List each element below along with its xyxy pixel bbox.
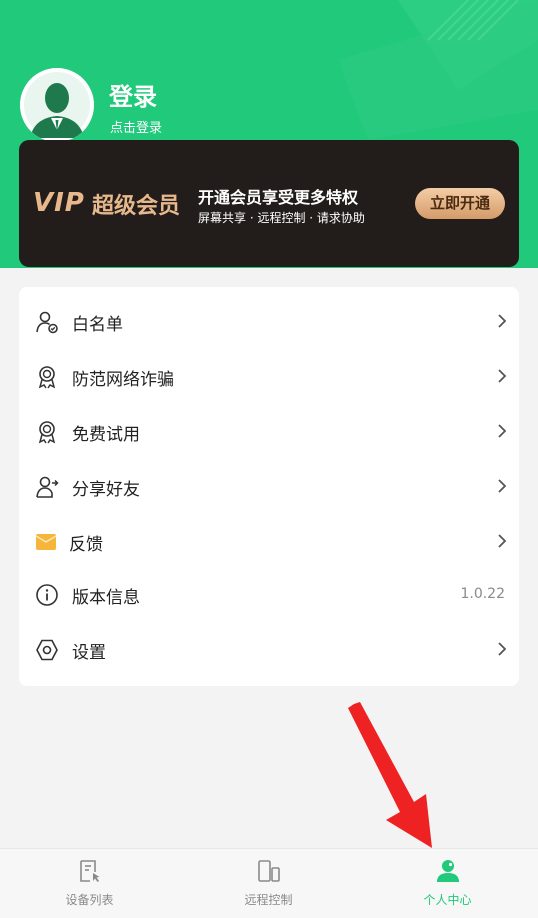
menu-item-share-friends[interactable]: 分享好友 bbox=[19, 459, 519, 514]
menu-item-feedback[interactable]: 反馈 bbox=[19, 514, 519, 569]
tab-label: 设备列表 bbox=[65, 893, 114, 907]
chevron-right-icon bbox=[498, 479, 507, 493]
chevron-right-icon bbox=[498, 642, 507, 656]
remote-control-icon bbox=[258, 860, 280, 882]
menu-item-label: 防范网络诈骗 bbox=[72, 370, 174, 390]
chevron-right-icon bbox=[498, 314, 507, 328]
profile-page: 登录 点击登录 VIP 超级会员 开通会员享受更多特权 屏幕共享 · 远程控制 … bbox=[0, 0, 538, 918]
menu-item-label: 设置 bbox=[72, 643, 106, 663]
badge-award-icon bbox=[38, 421, 56, 444]
default-avatar-icon bbox=[20, 68, 94, 142]
menu-item-label: 免费试用 bbox=[72, 425, 140, 445]
tab-label: 个人中心 bbox=[423, 893, 472, 907]
version-number: 1.0.22 bbox=[460, 586, 505, 602]
bottom-nav: 设备列表 远程控制 个人中心 bbox=[0, 848, 538, 918]
hexagon-settings-icon bbox=[36, 639, 58, 661]
badge-award-icon bbox=[38, 366, 56, 389]
menu-card: 白名单 防范网络诈骗 免费试用 分享好友 反馈 版本信息 1.0.22 设置 bbox=[19, 287, 519, 686]
login-subtitle[interactable]: 点击登录 bbox=[110, 117, 162, 136]
envelope-icon bbox=[35, 534, 57, 550]
tab-personal-center[interactable]: 个人中心 bbox=[358, 849, 537, 918]
menu-item-label: 白名单 bbox=[72, 315, 123, 335]
user-check-icon bbox=[36, 311, 58, 334]
vip-headline: 开通会员享受更多特权 bbox=[198, 188, 359, 207]
user-share-icon bbox=[36, 476, 59, 498]
avatar[interactable] bbox=[20, 68, 94, 142]
tab-label: 远程控制 bbox=[244, 893, 293, 907]
chevron-right-icon bbox=[498, 369, 507, 383]
info-icon bbox=[36, 584, 58, 606]
chevron-right-icon bbox=[498, 534, 507, 548]
menu-item-version-info[interactable]: 版本信息 1.0.22 bbox=[19, 567, 519, 622]
menu-item-settings[interactable]: 设置 bbox=[19, 622, 519, 677]
menu-item-anti-fraud[interactable]: 防范网络诈骗 bbox=[19, 349, 519, 404]
annotation-arrow-icon bbox=[348, 702, 432, 848]
vip-perks: 屏幕共享 · 远程控制 · 请求协助 bbox=[198, 211, 365, 225]
vip-banner[interactable]: VIP 超级会员 开通会员享受更多特权 屏幕共享 · 远程控制 · 请求协助 立… bbox=[19, 140, 519, 267]
person-icon bbox=[437, 860, 459, 882]
device-list-icon bbox=[80, 860, 100, 882]
vip-logo: VIP bbox=[33, 188, 85, 218]
login-title[interactable]: 登录 bbox=[109, 77, 157, 112]
vip-title: 超级会员 bbox=[92, 194, 181, 219]
tab-device-list[interactable]: 设备列表 bbox=[0, 849, 179, 918]
tab-remote-control[interactable]: 远程控制 bbox=[179, 849, 358, 918]
menu-item-whitelist[interactable]: 白名单 bbox=[19, 294, 519, 349]
menu-item-label: 反馈 bbox=[69, 535, 103, 555]
menu-item-free-trial[interactable]: 免费试用 bbox=[19, 404, 519, 459]
chevron-right-icon bbox=[498, 424, 507, 438]
menu-item-label: 版本信息 bbox=[72, 588, 140, 608]
vip-open-button[interactable]: 立即开通 bbox=[415, 188, 505, 219]
menu-item-label: 分享好友 bbox=[72, 480, 140, 500]
